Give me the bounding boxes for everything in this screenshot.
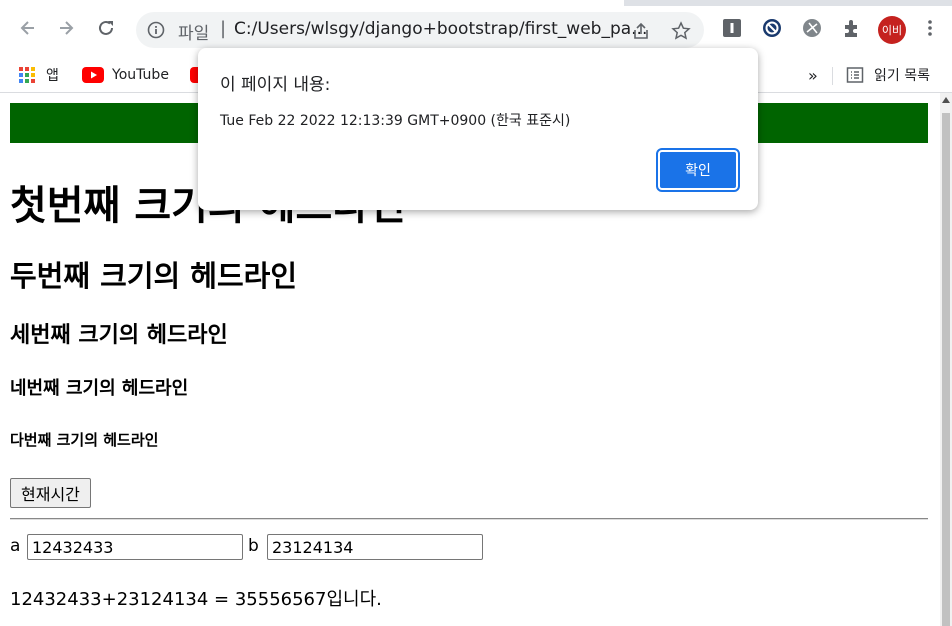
alert-dialog: 이 페이지 내용: Tue Feb 22 2022 12:13:39 GMT+0…: [198, 48, 758, 210]
youtube-icon: [82, 67, 104, 83]
bookmark-apps[interactable]: 앱: [18, 58, 59, 92]
address-scheme-label: 파일: [178, 24, 210, 44]
puzzle-icon[interactable]: [840, 16, 864, 40]
input-a-label: a: [10, 536, 21, 556]
heading-4: 네번째 크기의 헤드라인: [10, 378, 189, 399]
reload-icon[interactable]: [92, 14, 120, 42]
apps-grid-icon: [19, 67, 35, 83]
reading-list-icon: [846, 67, 864, 83]
input-b[interactable]: [267, 534, 483, 560]
address-url[interactable]: C:/Users/wlsgy/django+bootstrap/first_we…: [234, 19, 658, 39]
bookmark-youtube-label: YouTube: [112, 67, 169, 83]
sum-result-text: 12432433+23124134 = 35556567입니다.: [10, 589, 382, 610]
alert-ok-button[interactable]: 확인: [656, 148, 740, 192]
reading-list-label: 읽기 목록: [874, 68, 930, 84]
bookmark-apps-label: 앱: [46, 68, 59, 84]
star-icon[interactable]: [670, 20, 692, 42]
bookmark-youtube[interactable]: YouTube: [82, 58, 169, 92]
active-tab[interactable]: [0, 0, 624, 6]
address-separator: |: [220, 18, 227, 39]
bookmarks-overflow-button[interactable]: »: [808, 58, 818, 92]
more-icon[interactable]: [918, 16, 942, 40]
info-icon[interactable]: [146, 20, 166, 40]
tab-strip: [0, 0, 952, 6]
heading-3: 세번째 크기의 헤드라인: [10, 323, 228, 348]
scrollbar-thumb[interactable]: [942, 113, 950, 626]
heading-2: 두번째 크기의 헤드라인: [10, 259, 297, 293]
extension-i-icon[interactable]: [720, 16, 744, 40]
share-icon[interactable]: [630, 20, 652, 42]
input-a[interactable]: [27, 534, 243, 560]
back-icon[interactable]: [14, 14, 42, 42]
alert-title: 이 페이지 내용:: [220, 75, 331, 95]
profile-avatar[interactable]: 이비: [878, 16, 906, 44]
heading-5: 다번째 크기의 헤드라인: [10, 431, 159, 449]
reading-list-button[interactable]: 읽기 목록: [846, 58, 930, 92]
scroll-up-icon[interactable]: [942, 97, 950, 103]
horizontal-rule: [10, 518, 928, 520]
address-bar[interactable]: 파일 | C:/Users/wlsgy/django+bootstrap/fir…: [136, 12, 704, 48]
page-scrollbar[interactable]: [940, 93, 952, 626]
extension-globe-icon[interactable]: [800, 16, 824, 40]
current-time-button[interactable]: 현재시간: [10, 478, 91, 508]
extension-block-icon[interactable]: [760, 16, 784, 40]
alert-message: Tue Feb 22 2022 12:13:39 GMT+0900 (한국 표준…: [220, 113, 571, 129]
forward-icon[interactable]: [52, 14, 80, 42]
input-b-label: b: [248, 536, 259, 556]
bookmarks-divider: [832, 67, 833, 85]
